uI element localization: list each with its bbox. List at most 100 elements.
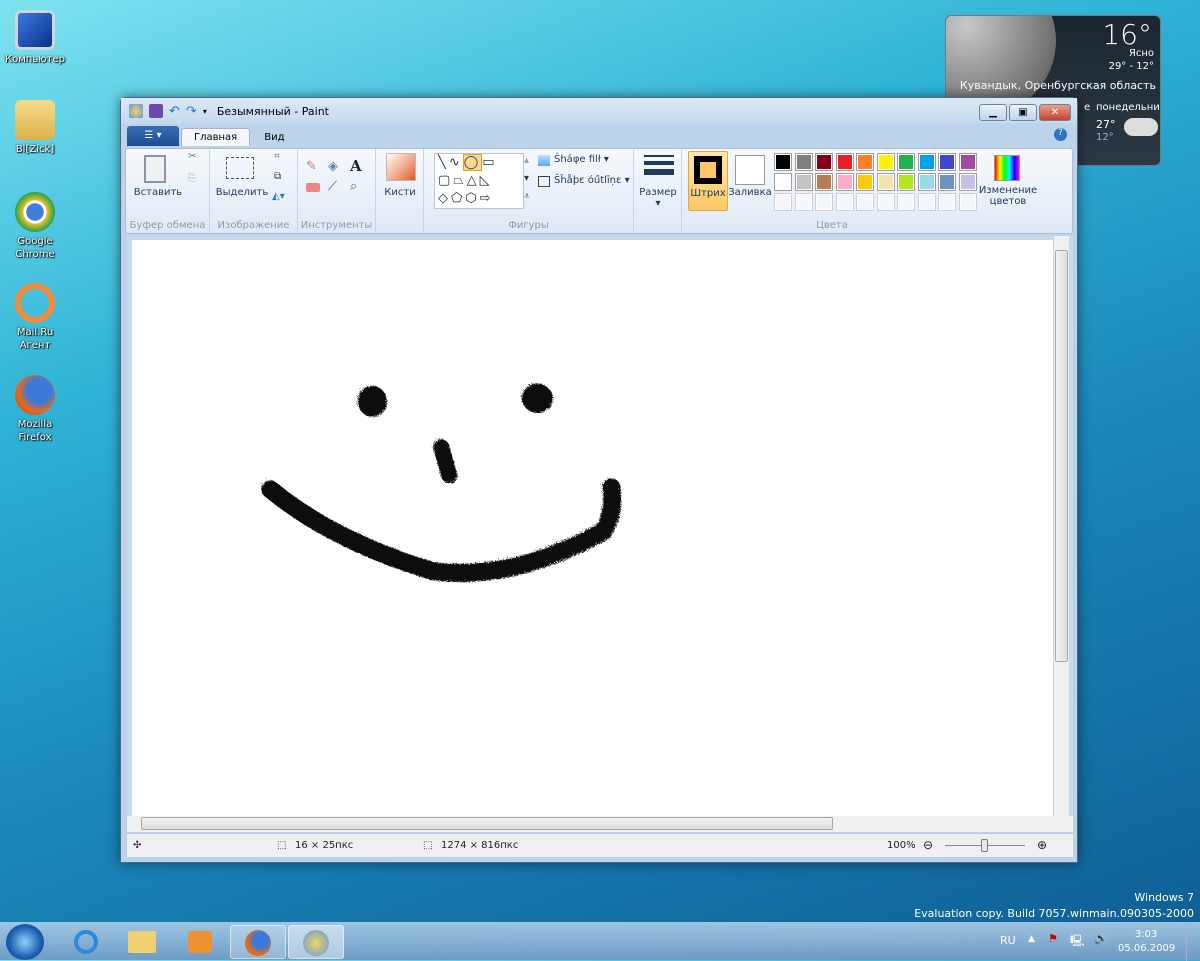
shape-line-icon[interactable]: ╲∿ (438, 155, 463, 170)
zoom-out-button[interactable]: ⊖ (923, 838, 933, 852)
help-icon[interactable]: ? (1054, 128, 1067, 141)
text-tool-icon[interactable]: A (350, 157, 362, 175)
palette-color[interactable] (897, 173, 915, 191)
desktop-icon-computer[interactable]: Компьютер (2, 10, 68, 66)
minimize-button[interactable]: ▁ (979, 104, 1007, 121)
palette-custom-slot[interactable] (835, 193, 854, 211)
shapes-scroll-up[interactable]: ▴ (524, 155, 529, 166)
cut-icon[interactable]: ✂ (188, 151, 196, 162)
paste-button[interactable]: Вставить (130, 187, 186, 198)
resize-icon[interactable]: ⧉ (274, 171, 281, 182)
action-center-icon[interactable]: ⚑ (1048, 932, 1058, 945)
maximize-button[interactable]: ▣ (1009, 104, 1037, 121)
palette-color[interactable] (794, 153, 813, 171)
taskbar-media-player[interactable] (172, 925, 228, 959)
drawing-canvas[interactable] (132, 240, 1056, 817)
palette-color[interactable] (835, 153, 854, 171)
palette-color[interactable] (794, 173, 813, 191)
shape-fill-button[interactable]: Ŝháφe filł ▾ (554, 154, 609, 165)
palette-custom-slot[interactable] (794, 193, 813, 211)
palette-color[interactable] (774, 153, 792, 171)
taskbar-ie[interactable] (58, 925, 114, 959)
desktop-icon-mailru[interactable]: Mail.Ru Агент (2, 283, 68, 352)
shape-row3-icons[interactable]: ◇⬠⬡⇨ (438, 191, 494, 206)
palette-color[interactable] (876, 153, 895, 171)
tab-view[interactable]: Вид (252, 129, 296, 146)
copy-icon[interactable]: ⎘ (188, 173, 196, 184)
palette-custom-slot[interactable] (856, 193, 874, 211)
rotate-icon[interactable]: ◭▾ (272, 191, 285, 202)
shape-row2-icons[interactable]: ▢⏢△◺ (438, 173, 493, 188)
palette-color[interactable] (958, 153, 977, 171)
palette-color[interactable] (856, 153, 874, 171)
close-button[interactable]: ✕ (1039, 104, 1071, 121)
undo-icon[interactable]: ↶ (169, 104, 180, 119)
palette-custom-slot[interactable] (917, 193, 936, 211)
brushes-button[interactable]: Кисти (376, 187, 424, 198)
desktop-icon-chrome[interactable]: Google Chrome (2, 192, 68, 261)
save-icon[interactable] (149, 104, 163, 118)
shape-rectangle-icon[interactable]: ▭ (482, 155, 497, 170)
palette-color[interactable] (815, 153, 833, 171)
zoom-in-button[interactable]: ⊕ (1037, 838, 1047, 852)
palette-color[interactable] (938, 173, 956, 191)
palette-color[interactable] (938, 153, 956, 171)
palette-custom-slot[interactable] (938, 193, 956, 211)
desktop-icon-firefox[interactable]: Mozilla Firefox (2, 375, 68, 444)
vertical-scroll-thumb[interactable] (1055, 250, 1068, 662)
palette-color[interactable] (815, 173, 833, 191)
palette-custom-slot[interactable] (958, 193, 977, 211)
palette-custom-slot[interactable] (815, 193, 833, 211)
palette-color[interactable] (917, 153, 936, 171)
palette-color[interactable] (876, 173, 895, 191)
magnifier-icon[interactable]: ⌕ (350, 179, 357, 194)
shapes-expand[interactable]: ⩡ (524, 191, 530, 202)
fill-bucket-icon[interactable]: ◈ (328, 159, 338, 174)
shape-oval-icon[interactable]: ◯ (462, 154, 483, 171)
vertical-scrollbar[interactable] (1053, 236, 1069, 816)
show-desktop-button[interactable] (1186, 923, 1200, 961)
palette-custom-slot[interactable] (897, 193, 915, 211)
horizontal-scrollbar[interactable] (127, 816, 1073, 832)
start-button[interactable] (6, 924, 44, 960)
taskbar-explorer[interactable] (114, 925, 170, 959)
clock[interactable]: 3:03 05.06.2009 (1118, 928, 1175, 956)
select-button[interactable]: Выделить (214, 187, 270, 198)
palette-custom-slot[interactable] (876, 193, 895, 211)
color-picker-icon[interactable]: ⟋ (328, 179, 337, 194)
paint-app-icon[interactable] (129, 104, 143, 118)
palette-custom-slot[interactable] (774, 193, 792, 211)
paint-window[interactable]: ↶ ↷ ▾ Безымянный - Paint ▁ ▣ ✕ ☰ ▾ Главн… (120, 97, 1078, 863)
volume-icon[interactable]: 🔊 (1094, 932, 1108, 945)
color2-button[interactable]: Заливка (728, 151, 772, 211)
size-button[interactable]: Размер ▾ (634, 187, 682, 209)
show-hidden-icons[interactable]: ▲ (1028, 934, 1035, 944)
title-bar[interactable]: ↶ ↷ ▾ Безымянный - Paint ▁ ▣ ✕ (121, 98, 1077, 124)
pencil-icon[interactable]: ✎ (306, 159, 317, 174)
color1-button[interactable]: Штрих (688, 151, 728, 211)
desktop-icon-user-folder[interactable]: Bl[Zick] (2, 100, 68, 156)
tab-home[interactable]: Главная (181, 128, 251, 146)
language-indicator[interactable]: RU (1000, 934, 1016, 947)
palette-color[interactable] (958, 173, 977, 191)
palette-color[interactable] (835, 173, 854, 191)
shape-outline-button[interactable]: Ŝĥåþε óú̈tlīņε ▾ (554, 175, 630, 186)
firefox-icon (15, 375, 55, 415)
paint-menu-button[interactable]: ☰ ▾ (127, 126, 179, 146)
horizontal-scroll-thumb[interactable] (141, 817, 833, 830)
taskbar-paint[interactable] (288, 925, 344, 959)
customize-quick-access-icon[interactable]: ▾ (203, 107, 207, 116)
crop-icon[interactable]: ⌗ (274, 151, 280, 162)
palette-color[interactable] (897, 153, 915, 171)
palette-color[interactable] (774, 173, 792, 191)
zoom-slider-thumb[interactable] (981, 839, 988, 852)
taskbar-firefox[interactable] (230, 925, 286, 959)
shapes-gallery[interactable]: ╲∿◯▭ ▢⏢△◺ ◇⬠⬡⇨ (434, 153, 524, 209)
redo-icon[interactable]: ↷ (186, 104, 197, 119)
palette-color[interactable] (856, 173, 874, 191)
shapes-scroll-down[interactable]: ▾ (524, 173, 529, 184)
eraser-icon[interactable] (306, 183, 320, 192)
palette-color[interactable] (917, 173, 936, 191)
edit-colors-button[interactable]: Изменение цветов (976, 185, 1040, 207)
network-icon[interactable]: 🖳 (1070, 932, 1085, 951)
